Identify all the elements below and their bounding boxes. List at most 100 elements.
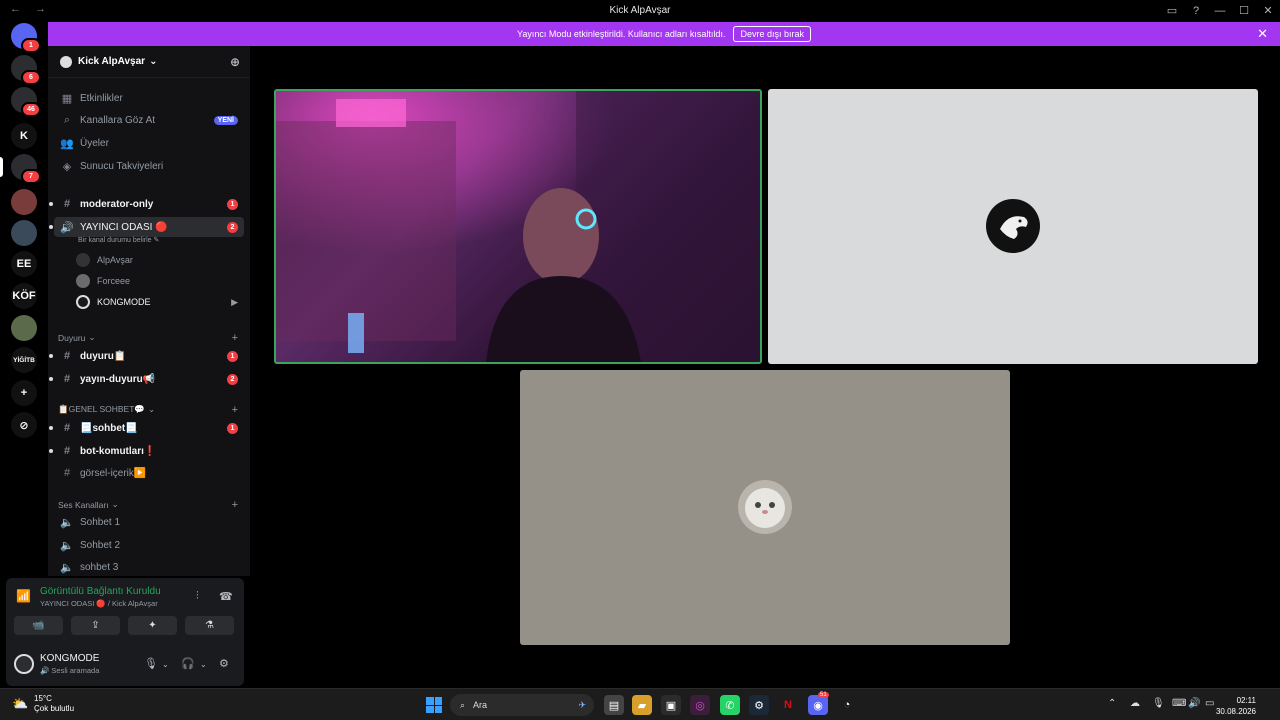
server-icon[interactable] — [11, 189, 37, 215]
menu-members[interactable]: 👥 Üyeler — [54, 133, 244, 153]
add-channel-icon[interactable]: + — [232, 499, 238, 511]
mention-badge: 1 — [227, 198, 238, 210]
menu-browse-channels[interactable]: ⌕ Kanallara Göz At YENİ — [54, 110, 244, 130]
server-icon[interactable]: YİĞİTB — [11, 347, 37, 373]
server-icon[interactable]: 46 — [11, 87, 41, 117]
tray-chevron-icon[interactable]: ⌃ — [1108, 698, 1116, 709]
voice-channel-sohbet-3[interactable]: 🔈 sohbet 3 — [54, 557, 244, 576]
channel-status-prompt[interactable]: Bir kanal durumu belirle ✎ — [78, 236, 159, 244]
video-tile-user[interactable] — [520, 370, 1010, 645]
voice-channel-sohbet-1[interactable]: 🔈 Sohbet 1 — [54, 512, 244, 532]
taskbar-search[interactable]: ⌕ Ara ✈ — [450, 694, 594, 716]
help-icon[interactable]: ? — [1184, 5, 1208, 17]
server-icon[interactable] — [11, 315, 37, 341]
channel-duyuru[interactable]: # duyuru📋 1 — [49, 346, 244, 366]
inbox-icon[interactable]: ▭ — [1160, 4, 1184, 17]
channel-yayin-duyuru[interactable]: # yayın-duyuru📢 2 — [49, 369, 244, 389]
guild-header[interactable]: Kick AlpAvşar ⌄ ⊕ — [48, 46, 250, 78]
chevron-down-icon: ⌄ — [147, 404, 156, 414]
discord-icon[interactable]: ◉ — [808, 695, 828, 715]
maximize-button[interactable]: ☐ — [1232, 4, 1256, 17]
instagram-icon[interactable]: ◎ — [690, 695, 710, 715]
voice-user[interactable]: Forceee — [76, 272, 244, 290]
steam-icon[interactable]: ⚙ — [749, 695, 769, 715]
task-view-icon[interactable]: ▤ — [604, 695, 624, 715]
cloud-icon[interactable]: ☁ — [1130, 698, 1140, 709]
server-icon[interactable]: KÖF — [11, 283, 37, 309]
category-genel-sohbet[interactable]: 📋GENEL SOHBET💬 ⌄ + — [58, 404, 244, 416]
server-icon[interactable]: 6 — [11, 55, 41, 85]
screen-share-button[interactable]: ⇪ — [71, 616, 120, 635]
channel-gorsel-icerik[interactable]: # görsel-içerik▶️ — [54, 463, 244, 483]
channel-yayinci-odasi[interactable]: 🔊 YAYINCI ODASI 🔴 2 — [49, 217, 244, 237]
soundboard-button[interactable]: ⚗ — [185, 616, 234, 635]
menu-label: Kanallara Göz At — [80, 114, 156, 126]
add-channel-icon[interactable]: + — [232, 332, 238, 344]
weather-widget[interactable]: 15°C Çok bulutlu — [34, 694, 74, 714]
noise-suppression-icon[interactable]: ⫶ — [196, 590, 199, 603]
menu-server-boosts[interactable]: ◈ Sunucu Takviyeleri — [54, 156, 244, 176]
mention-badge: 2 — [227, 373, 238, 385]
volume-icon[interactable]: 🔊 — [1188, 698, 1200, 709]
disable-streamer-mode-button[interactable]: Devre dışı bırak — [733, 26, 811, 42]
voice-user[interactable]: AlpAvşar — [76, 251, 244, 269]
server-icon[interactable] — [11, 220, 37, 246]
network-icon[interactable]: ⌨ — [1172, 698, 1186, 709]
windows-start-icon[interactable] — [426, 697, 442, 713]
chevron-down-icon: ⌄ — [111, 499, 119, 509]
search-highlight-icon: ✈ — [578, 699, 586, 710]
server-icon[interactable]: K — [11, 123, 37, 149]
store-icon[interactable]: ▣ — [661, 695, 681, 715]
channel-bot-komutlari[interactable]: # bot-komutları❗ — [49, 441, 244, 461]
whatsapp-icon[interactable]: ✆ — [720, 695, 740, 715]
camera-toggle-button[interactable]: 📹 — [14, 616, 63, 635]
close-button[interactable]: ✕ — [1256, 4, 1280, 17]
eagle-avatar — [986, 199, 1040, 253]
hashtag-icon: # — [63, 198, 71, 210]
headset-icon[interactable]: 🎧 — [181, 657, 195, 670]
clock[interactable]: 02:11 30.08.2026 — [1216, 695, 1256, 717]
category-ses-kanallari[interactable]: Ses Kanalları ⌄ + — [58, 499, 244, 511]
chevron-down-icon[interactable]: ⌄ — [162, 660, 169, 669]
voice-connected-subtitle[interactable]: YAYINCI ODASI 🔴 / Kick AlpAvşar — [40, 599, 158, 608]
search-icon: ⌕ — [460, 699, 466, 710]
banner-close-icon[interactable]: ✕ — [1257, 26, 1268, 42]
channel-sohbet[interactable]: # 📃sohbet📃 1 — [49, 418, 244, 438]
server-icon[interactable]: ⊘ — [11, 412, 37, 438]
video-tile-user[interactable] — [768, 89, 1258, 364]
disconnect-icon[interactable]: ☎ — [219, 590, 233, 603]
weather-icon[interactable]: ⛅ — [12, 696, 28, 712]
microphone-icon[interactable]: 🎙 — [144, 657, 158, 670]
video-tile-camera[interactable] — [274, 89, 762, 364]
new-badge: YENİ — [213, 115, 238, 125]
server-icon[interactable]: + — [11, 380, 37, 406]
hashtag-icon: # — [63, 373, 71, 385]
menu-events[interactable]: ▦ Etkinlikler — [54, 88, 244, 108]
battery-icon[interactable]: ▭ — [1205, 698, 1214, 709]
voice-channel-sohbet-2[interactable]: 🔈 Sohbet 2 — [54, 535, 244, 555]
file-explorer-icon[interactable]: ▰ — [632, 695, 652, 715]
minimize-button[interactable]: — — [1208, 5, 1232, 17]
avatar[interactable] — [14, 654, 34, 674]
channel-moderator-only[interactable]: # moderator-only 1 — [49, 194, 244, 214]
channel-label: Sohbet 1 — [80, 516, 121, 528]
streamer-mode-banner: Yayıncı Modu etkinleştirildi. Kullanıcı … — [48, 22, 1280, 46]
gear-icon[interactable]: ⚙ — [219, 657, 229, 670]
discord-badge: 51 — [818, 692, 829, 698]
microphone-tray-icon[interactable]: 🎙 — [1152, 698, 1165, 709]
server-icon[interactable]: EE — [11, 251, 37, 277]
hashtag-icon: # — [63, 422, 71, 434]
netflix-icon[interactable]: N — [778, 695, 798, 715]
person-add-icon[interactable]: ⊕ — [230, 55, 240, 69]
activities-button[interactable]: ✦ — [128, 616, 177, 635]
voice-connected-title[interactable]: Görüntülü Bağlantı Kuruldu — [40, 586, 161, 597]
chrome-icon[interactable]: ◔ — [837, 695, 857, 715]
server-label: K — [20, 130, 28, 142]
server-icon[interactable]: 7 — [11, 154, 41, 184]
add-channel-icon[interactable]: + — [232, 404, 238, 416]
chevron-down-icon[interactable]: ⌄ — [200, 660, 207, 669]
voice-user[interactable]: KONGMODE ▶ — [76, 293, 244, 311]
server-icon[interactable]: 1 — [11, 23, 41, 53]
category-duyuru[interactable]: Duyuru ⌄ + — [58, 332, 244, 344]
cat-icon — [745, 488, 785, 528]
